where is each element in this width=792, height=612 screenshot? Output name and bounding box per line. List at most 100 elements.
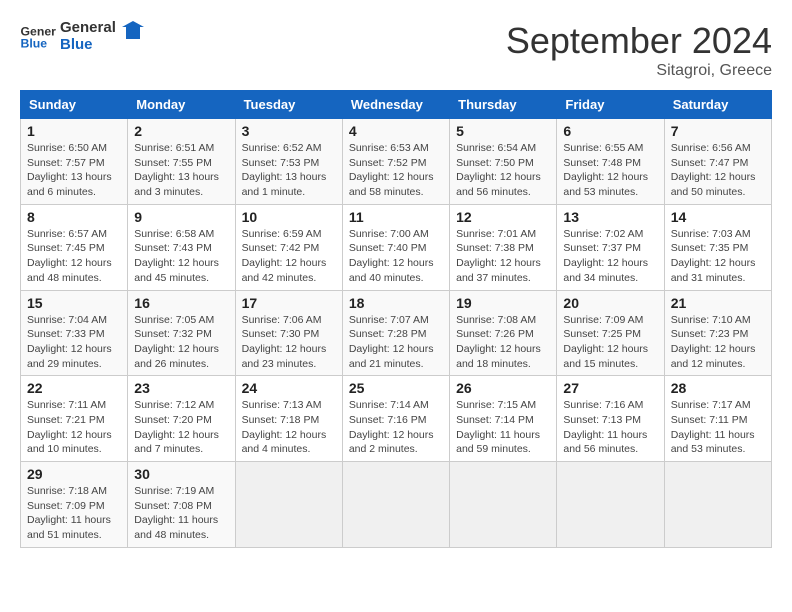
weekday-header-sunday: Sunday	[21, 91, 128, 119]
day-number: 25	[349, 380, 443, 396]
day-info: Sunrise: 7:02 AMSunset: 7:37 PMDaylight:…	[563, 227, 657, 286]
location-subtitle: Sitagroi, Greece	[506, 62, 772, 80]
calendar-day-cell: 13 Sunrise: 7:02 AMSunset: 7:37 PMDayligh…	[557, 204, 664, 290]
day-info: Sunrise: 7:05 AMSunset: 7:32 PMDaylight:…	[134, 313, 228, 372]
day-number: 10	[242, 209, 336, 225]
calendar-day-cell: 10 Sunrise: 6:59 AMSunset: 7:42 PMDayligh…	[235, 204, 342, 290]
day-info: Sunrise: 7:14 AMSunset: 7:16 PMDaylight:…	[349, 398, 443, 457]
day-number: 7	[671, 123, 765, 139]
day-number: 23	[134, 380, 228, 396]
calendar-day-cell	[450, 462, 557, 548]
calendar-week-row: 15Sunrise: 7:04 AMSunset: 7:33 PMDayligh…	[21, 290, 772, 376]
day-number: 29	[27, 466, 121, 482]
day-number: 14	[671, 209, 765, 225]
day-number: 13	[563, 209, 657, 225]
day-info: Sunrise: 7:19 AMSunset: 7:08 PMDaylight:…	[134, 484, 228, 543]
calendar-day-cell: 30Sunrise: 7:19 AMSunset: 7:08 PMDayligh…	[128, 462, 235, 548]
calendar-day-cell: 7 Sunrise: 6:56 AMSunset: 7:47 PMDaylight…	[664, 119, 771, 205]
day-info: Sunrise: 7:15 AMSunset: 7:14 PMDaylight:…	[456, 398, 550, 457]
weekday-header-thursday: Thursday	[450, 91, 557, 119]
calendar-day-cell: 15Sunrise: 7:04 AMSunset: 7:33 PMDayligh…	[21, 290, 128, 376]
logo-icon: General Blue	[20, 23, 56, 51]
calendar-day-cell: 9 Sunrise: 6:58 AMSunset: 7:43 PMDaylight…	[128, 204, 235, 290]
calendar-day-cell: 17 Sunrise: 7:06 AMSunset: 7:30 PMDayligh…	[235, 290, 342, 376]
logo-arrow-icon	[122, 21, 144, 43]
calendar-day-cell: 18 Sunrise: 7:07 AMSunset: 7:28 PMDayligh…	[342, 290, 449, 376]
day-number: 28	[671, 380, 765, 396]
day-info: Sunrise: 6:57 AMSunset: 7:45 PMDaylight:…	[27, 227, 121, 286]
day-info: Sunrise: 7:13 AMSunset: 7:18 PMDaylight:…	[242, 398, 336, 457]
day-number: 21	[671, 295, 765, 311]
day-number: 22	[27, 380, 121, 396]
day-info: Sunrise: 7:08 AMSunset: 7:26 PMDaylight:…	[456, 313, 550, 372]
calendar-day-cell: 24 Sunrise: 7:13 AMSunset: 7:18 PMDayligh…	[235, 376, 342, 462]
logo-blue-text: Blue	[60, 37, 116, 54]
weekday-header-monday: Monday	[128, 91, 235, 119]
day-number: 12	[456, 209, 550, 225]
day-info: Sunrise: 7:07 AMSunset: 7:28 PMDaylight:…	[349, 313, 443, 372]
day-number: 5	[456, 123, 550, 139]
calendar-week-row: 22Sunrise: 7:11 AMSunset: 7:21 PMDayligh…	[21, 376, 772, 462]
title-area: September 2024 Sitagroi, Greece	[506, 20, 772, 80]
day-info: Sunrise: 7:12 AMSunset: 7:20 PMDaylight:…	[134, 398, 228, 457]
day-info: Sunrise: 7:10 AMSunset: 7:23 PMDaylight:…	[671, 313, 765, 372]
svg-text:Blue: Blue	[21, 36, 48, 50]
day-info: Sunrise: 7:06 AMSunset: 7:30 PMDaylight:…	[242, 313, 336, 372]
logo-general-text: General	[60, 20, 116, 37]
day-info: Sunrise: 7:03 AMSunset: 7:35 PMDaylight:…	[671, 227, 765, 286]
calendar-day-cell: 25 Sunrise: 7:14 AMSunset: 7:16 PMDayligh…	[342, 376, 449, 462]
day-number: 24	[242, 380, 336, 396]
day-info: Sunrise: 6:53 AMSunset: 7:52 PMDaylight:…	[349, 141, 443, 200]
calendar-day-cell: 26 Sunrise: 7:15 AMSunset: 7:14 PMDayligh…	[450, 376, 557, 462]
weekday-header-tuesday: Tuesday	[235, 91, 342, 119]
day-number: 8	[27, 209, 121, 225]
day-number: 26	[456, 380, 550, 396]
day-info: Sunrise: 6:59 AMSunset: 7:42 PMDaylight:…	[242, 227, 336, 286]
calendar-week-row: 1Sunrise: 6:50 AMSunset: 7:57 PMDaylight…	[21, 119, 772, 205]
day-number: 1	[27, 123, 121, 139]
logo: General Blue General Blue	[20, 20, 144, 53]
calendar-day-cell: 14 Sunrise: 7:03 AMSunset: 7:35 PMDayligh…	[664, 204, 771, 290]
day-info: Sunrise: 7:00 AMSunset: 7:40 PMDaylight:…	[349, 227, 443, 286]
weekday-header-saturday: Saturday	[664, 91, 771, 119]
calendar-table: SundayMondayTuesdayWednesdayThursdayFrid…	[20, 90, 772, 548]
calendar-day-cell: 2 Sunrise: 6:51 AMSunset: 7:55 PMDaylight…	[128, 119, 235, 205]
calendar-day-cell: 6Sunrise: 6:55 AMSunset: 7:48 PMDaylight…	[557, 119, 664, 205]
day-info: Sunrise: 6:56 AMSunset: 7:47 PMDaylight:…	[671, 141, 765, 200]
day-info: Sunrise: 7:16 AMSunset: 7:13 PMDaylight:…	[563, 398, 657, 457]
day-number: 17	[242, 295, 336, 311]
day-info: Sunrise: 7:04 AMSunset: 7:33 PMDaylight:…	[27, 313, 121, 372]
day-info: Sunrise: 6:51 AMSunset: 7:55 PMDaylight:…	[134, 141, 228, 200]
calendar-day-cell: 8 Sunrise: 6:57 AMSunset: 7:45 PMDaylight…	[21, 204, 128, 290]
calendar-day-cell: 4 Sunrise: 6:53 AMSunset: 7:52 PMDaylight…	[342, 119, 449, 205]
calendar-week-row: 29 Sunrise: 7:18 AMSunset: 7:09 PMDayligh…	[21, 462, 772, 548]
day-info: Sunrise: 7:09 AMSunset: 7:25 PMDaylight:…	[563, 313, 657, 372]
weekday-header-friday: Friday	[557, 91, 664, 119]
day-info: Sunrise: 6:58 AMSunset: 7:43 PMDaylight:…	[134, 227, 228, 286]
day-number: 9	[134, 209, 228, 225]
day-info: Sunrise: 7:18 AMSunset: 7:09 PMDaylight:…	[27, 484, 121, 543]
month-year-title: September 2024	[506, 20, 772, 62]
day-number: 4	[349, 123, 443, 139]
day-number: 6	[563, 123, 657, 139]
calendar-day-cell: 19Sunrise: 7:08 AMSunset: 7:26 PMDayligh…	[450, 290, 557, 376]
calendar-day-cell: 21 Sunrise: 7:10 AMSunset: 7:23 PMDayligh…	[664, 290, 771, 376]
calendar-day-cell: 5 Sunrise: 6:54 AMSunset: 7:50 PMDaylight…	[450, 119, 557, 205]
calendar-day-cell: 12Sunrise: 7:01 AMSunset: 7:38 PMDayligh…	[450, 204, 557, 290]
day-number: 20	[563, 295, 657, 311]
calendar-day-cell	[557, 462, 664, 548]
calendar-day-cell: 20 Sunrise: 7:09 AMSunset: 7:25 PMDayligh…	[557, 290, 664, 376]
day-number: 11	[349, 209, 443, 225]
day-info: Sunrise: 6:54 AMSunset: 7:50 PMDaylight:…	[456, 141, 550, 200]
calendar-day-cell	[342, 462, 449, 548]
day-number: 18	[349, 295, 443, 311]
calendar-day-cell: 11 Sunrise: 7:00 AMSunset: 7:40 PMDayligh…	[342, 204, 449, 290]
calendar-day-cell: 29 Sunrise: 7:18 AMSunset: 7:09 PMDayligh…	[21, 462, 128, 548]
calendar-day-cell	[664, 462, 771, 548]
calendar-day-cell: 23 Sunrise: 7:12 AMSunset: 7:20 PMDayligh…	[128, 376, 235, 462]
weekday-header-row: SundayMondayTuesdayWednesdayThursdayFrid…	[21, 91, 772, 119]
day-info: Sunrise: 7:17 AMSunset: 7:11 PMDaylight:…	[671, 398, 765, 457]
day-number: 2	[134, 123, 228, 139]
calendar-day-cell: 27Sunrise: 7:16 AMSunset: 7:13 PMDayligh…	[557, 376, 664, 462]
day-info: Sunrise: 6:52 AMSunset: 7:53 PMDaylight:…	[242, 141, 336, 200]
